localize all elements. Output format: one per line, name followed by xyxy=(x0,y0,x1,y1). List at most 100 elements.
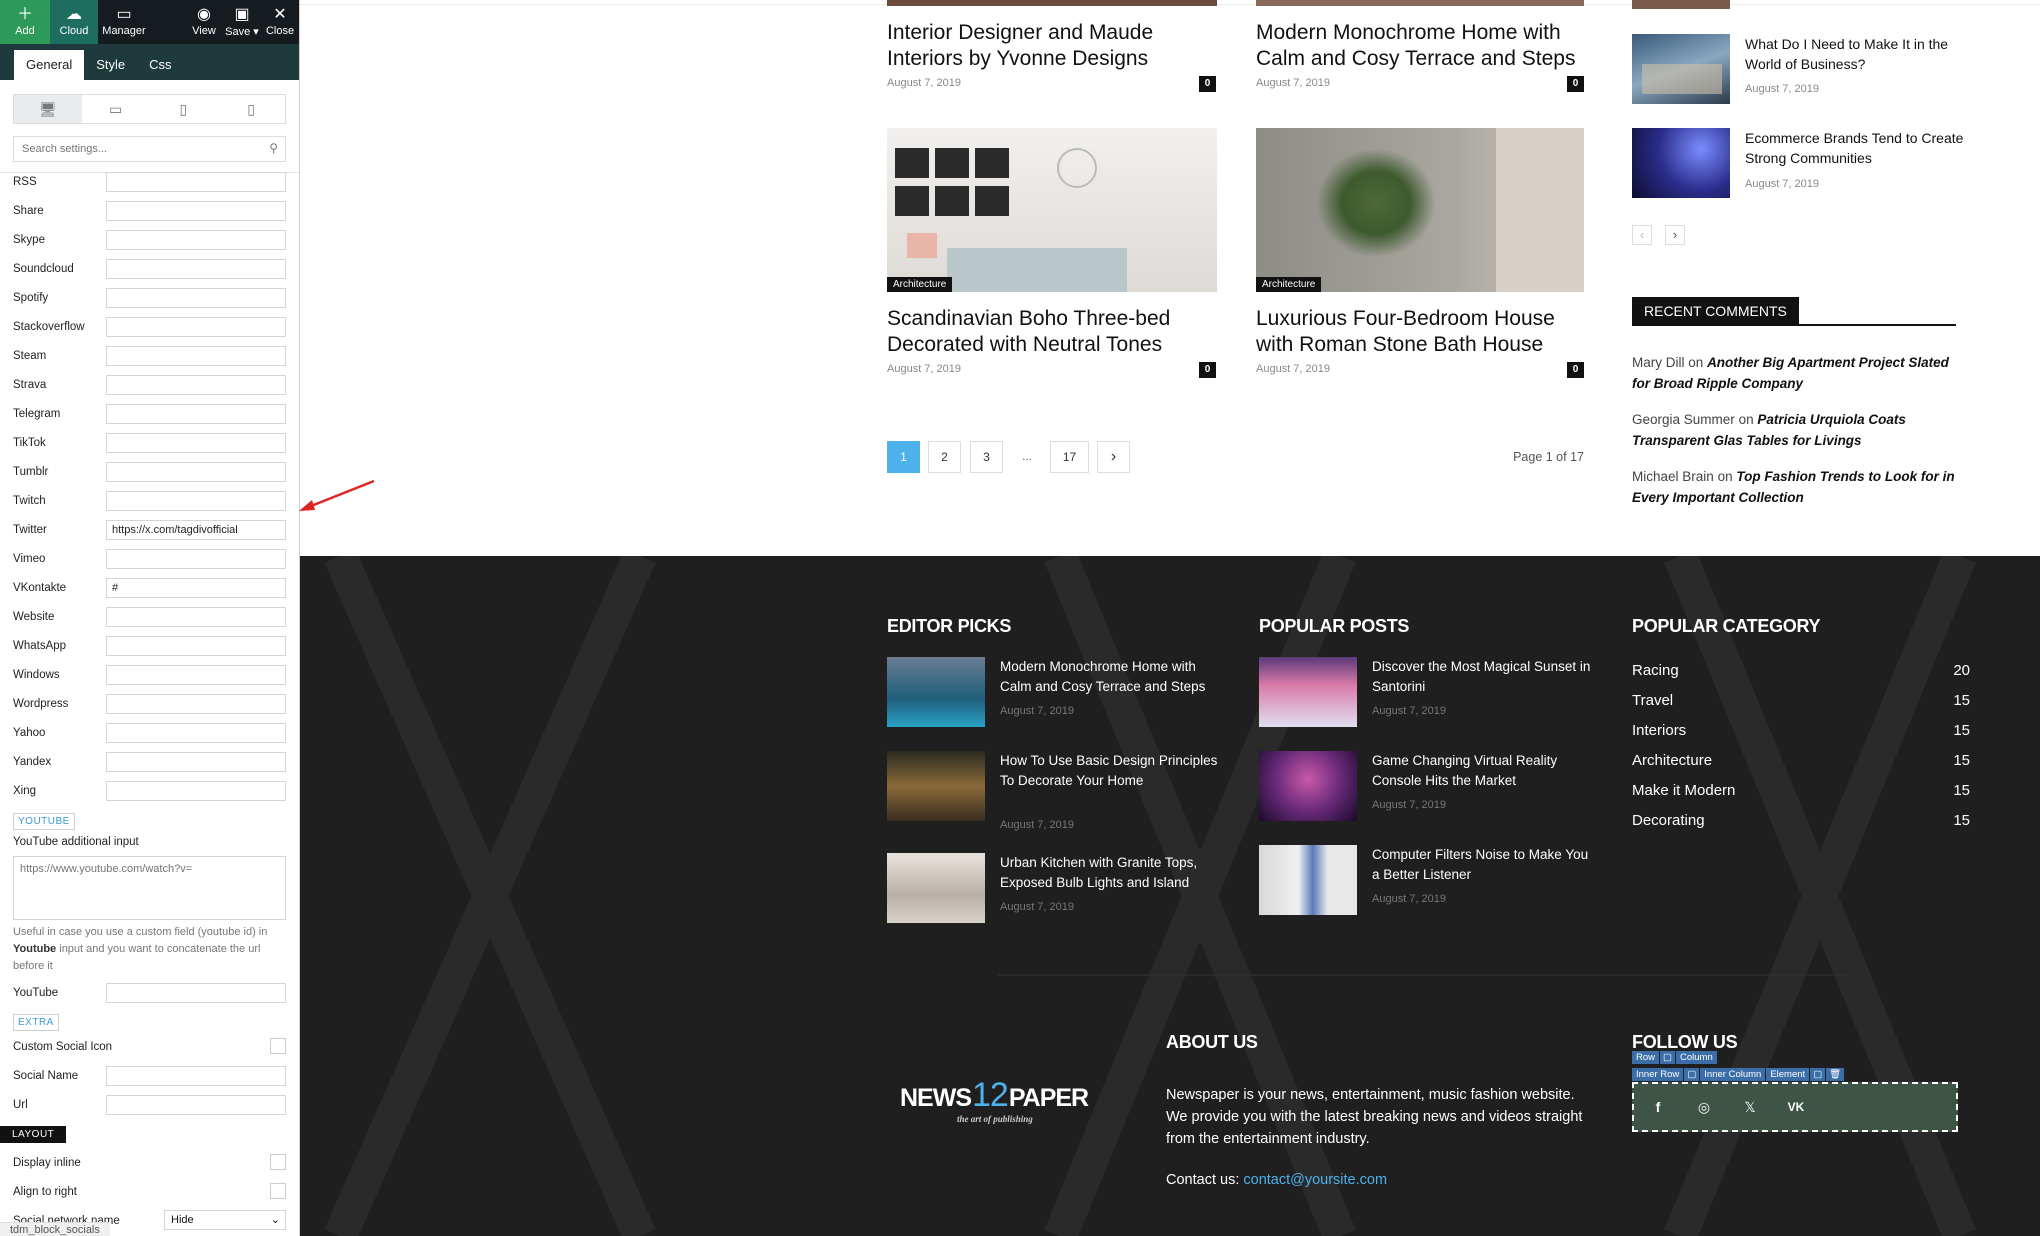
manager-button[interactable]: ▭ Manager xyxy=(98,0,150,44)
element-copy-icon[interactable]: ▢ xyxy=(1810,1068,1826,1081)
element-delete-icon[interactable]: 🗑 xyxy=(1826,1068,1845,1081)
yandex-input[interactable] xyxy=(106,752,286,772)
side-post-title[interactable]: Ecommerce Brands Tend to Create Strong C… xyxy=(1745,128,1970,168)
category-label[interactable]: Architecture xyxy=(1256,277,1322,292)
phone-icon[interactable]: ▯ xyxy=(217,95,285,123)
youtube-input[interactable] xyxy=(106,983,286,1003)
vkontakte-input[interactable] xyxy=(106,578,286,598)
youtube-additional-input[interactable] xyxy=(13,856,286,920)
tab-style[interactable]: Style xyxy=(84,50,137,80)
footer-post-image[interactable] xyxy=(1259,657,1357,727)
windows-input[interactable] xyxy=(106,665,286,685)
category-item-make-it-modern[interactable]: Make it Modern xyxy=(1632,782,1735,799)
category-item-interiors[interactable]: Interiors xyxy=(1632,722,1686,739)
footer-post-image[interactable] xyxy=(1259,751,1357,821)
page-17-button[interactable]: 17 xyxy=(1050,441,1089,473)
footer-post-title[interactable]: Game Changing Virtual Reality Console Hi… xyxy=(1372,751,1597,791)
page-3-button[interactable]: 3 xyxy=(970,441,1003,473)
inner-row-tag[interactable]: Inner Row xyxy=(1632,1068,1684,1081)
article-title[interactable]: Luxurious Four-Bedroom House with Roman … xyxy=(1256,306,1586,358)
inner-row-copy-icon[interactable]: ▢ xyxy=(1684,1068,1700,1081)
twitter-input[interactable] xyxy=(106,520,286,540)
footer-post-title[interactable]: Discover the Most Magical Sunset in Sant… xyxy=(1372,657,1597,697)
display-inline-checkbox[interactable] xyxy=(270,1154,286,1170)
telegram-input[interactable] xyxy=(106,404,286,424)
comment-count-badge[interactable]: 0 xyxy=(1567,362,1584,378)
spotify-input[interactable] xyxy=(106,288,286,308)
side-prev-button[interactable]: ‹ xyxy=(1632,225,1652,245)
save-button[interactable]: ▣ Save ▾ xyxy=(223,0,261,44)
contact-email-link[interactable]: contact@yoursite.com xyxy=(1243,1172,1387,1188)
inner-column-tag[interactable]: Inner Column xyxy=(1700,1068,1766,1081)
custom-social-icon-picker[interactable] xyxy=(270,1038,286,1054)
align-right-checkbox[interactable] xyxy=(270,1183,286,1199)
vk-icon[interactable]: VK xyxy=(1784,1100,1808,1114)
footer-post-title[interactable]: How To Use Basic Design Principles To De… xyxy=(1000,751,1230,791)
comment-count-badge[interactable]: 0 xyxy=(1567,76,1584,92)
side-post-image[interactable] xyxy=(1632,128,1730,198)
social-name-input[interactable] xyxy=(106,1066,286,1086)
article-image[interactable]: Architecture xyxy=(1256,128,1584,292)
category-label[interactable]: Architecture xyxy=(887,277,953,292)
close-button[interactable]: ✕ Close xyxy=(261,0,299,44)
stackoverflow-input[interactable] xyxy=(106,317,286,337)
view-button[interactable]: ◉ View xyxy=(185,0,223,44)
article-image[interactable]: Architecture xyxy=(887,128,1217,292)
desktop-icon[interactable]: 🖥 xyxy=(14,95,82,123)
soundcloud-input[interactable] xyxy=(106,259,286,279)
footer-post-title[interactable]: Urban Kitchen with Granite Tops, Exposed… xyxy=(1000,853,1230,893)
tablet-portrait-icon[interactable]: ▯ xyxy=(150,95,218,123)
column-tag[interactable]: Column xyxy=(1676,1051,1717,1064)
next-page-button[interactable]: › xyxy=(1097,441,1130,473)
comment-count-badge[interactable]: 0 xyxy=(1199,362,1216,378)
footer-post-title[interactable]: Computer Filters Noise to Make You a Bet… xyxy=(1372,845,1597,885)
share-input[interactable] xyxy=(106,201,286,221)
category-item-travel[interactable]: Travel xyxy=(1632,692,1673,709)
side-next-button[interactable]: › xyxy=(1665,225,1685,245)
article-title[interactable]: Modern Monochrome Home with Calm and Cos… xyxy=(1256,20,1586,72)
vimeo-input[interactable] xyxy=(106,549,286,569)
page-1-button[interactable]: 1 xyxy=(887,441,920,473)
wordpress-input[interactable] xyxy=(106,694,286,714)
footer-post-image[interactable] xyxy=(887,853,985,923)
article-title[interactable]: Interior Designer and Maude Interiors by… xyxy=(887,20,1197,72)
footer-post-title[interactable]: Modern Monochrome Home with Calm and Cos… xyxy=(1000,657,1230,697)
url-input[interactable] xyxy=(106,1095,286,1115)
side-post-title[interactable]: What Do I Need to Make It in the World o… xyxy=(1745,34,1970,74)
tab-css[interactable]: Css xyxy=(137,50,183,80)
x-twitter-icon[interactable]: 𝕏 xyxy=(1738,1099,1762,1116)
yahoo-input[interactable] xyxy=(106,723,286,743)
footer-post-image[interactable] xyxy=(887,657,985,727)
search-input[interactable] xyxy=(14,137,285,161)
page-2-button[interactable]: 2 xyxy=(928,441,961,473)
rss-input[interactable] xyxy=(106,172,286,192)
newspaper-logo[interactable]: NEWS 12 PAPER the art of publishing xyxy=(900,1076,1115,1126)
element-tag[interactable]: Element xyxy=(1766,1068,1810,1081)
footer-post-image[interactable] xyxy=(1259,845,1357,915)
facebook-icon[interactable]: f xyxy=(1646,1099,1670,1115)
row-copy-icon[interactable]: ▢ xyxy=(1660,1051,1675,1064)
steam-input[interactable] xyxy=(106,346,286,366)
website-input[interactable] xyxy=(106,607,286,627)
instagram-icon[interactable]: ◎ xyxy=(1692,1099,1716,1116)
tab-general[interactable]: General xyxy=(14,50,85,80)
whatsapp-input[interactable] xyxy=(106,636,286,656)
tablet-landscape-icon[interactable]: ▭ xyxy=(82,95,150,123)
social-network-name-select[interactable]: Hide ⌄ xyxy=(164,1210,286,1230)
comment-count-badge[interactable]: 0 xyxy=(1199,76,1216,92)
category-item-architecture[interactable]: Architecture xyxy=(1632,752,1712,769)
tumblr-input[interactable] xyxy=(106,462,286,482)
strava-input[interactable] xyxy=(106,375,286,395)
article-title[interactable]: Scandinavian Boho Three-bed Decorated wi… xyxy=(887,306,1197,358)
xing-input[interactable] xyxy=(106,781,286,801)
row-tag[interactable]: Row xyxy=(1632,1051,1660,1064)
side-post-image[interactable] xyxy=(1632,34,1730,104)
footer-post-image[interactable] xyxy=(887,751,985,821)
add-button[interactable]: ＋ Add xyxy=(0,0,50,44)
skype-input[interactable] xyxy=(106,230,286,250)
tiktok-input[interactable] xyxy=(106,433,286,453)
twitch-input[interactable] xyxy=(106,491,286,511)
cloud-button[interactable]: ☁ Cloud xyxy=(50,0,98,44)
social-block-selected[interactable]: f ◎ 𝕏 VK xyxy=(1632,1082,1958,1132)
category-item-decorating[interactable]: Decorating xyxy=(1632,812,1705,829)
